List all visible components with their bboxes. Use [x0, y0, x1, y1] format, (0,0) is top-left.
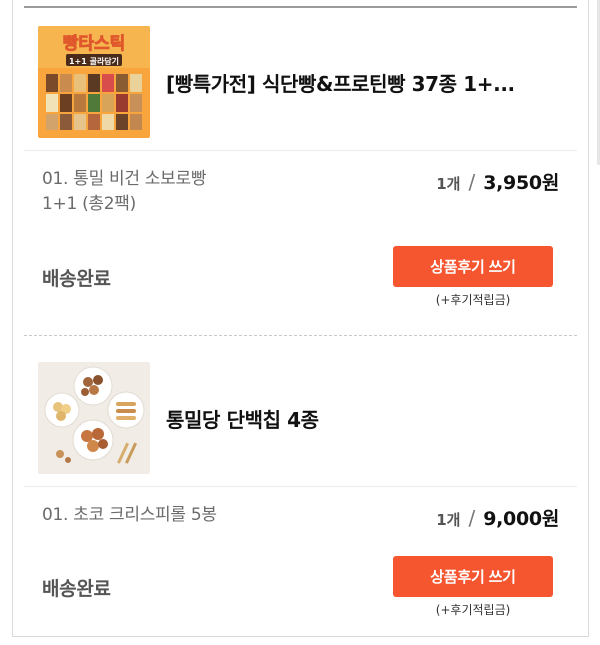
product-title[interactable]: [빵특가전] 식단빵&프로틴빵 37종 1+...	[166, 26, 571, 138]
price: 3,950원	[483, 172, 559, 194]
review-reward-note: (+후기적립금)	[435, 293, 511, 307]
option-line: 1+1 (총2팩)	[42, 194, 136, 214]
option-text: 01. 통밀 비건 소보로빵 1+1 (총2팩)	[42, 167, 206, 217]
row-divider	[24, 486, 577, 487]
product-title[interactable]: 통밀당 단백칩 4종	[166, 362, 571, 474]
top-divider	[24, 6, 577, 8]
order-divider	[24, 335, 577, 336]
separator: /	[468, 170, 476, 194]
protein-chips-icon	[38, 362, 150, 474]
bread-variety-pack-image[interactable]: 빵타스틱 1+1 골라담기	[38, 26, 150, 138]
price: 9,000원	[483, 508, 559, 530]
protein-chips-plates-image[interactable]	[38, 362, 150, 474]
option-line: 01. 초코 크리스피롤 5봉	[42, 505, 217, 525]
product-row[interactable]: 통밀당 단백칩 4종	[24, 362, 577, 486]
price-info: 1개 / 9,000원	[436, 504, 559, 531]
quantity: 1개	[436, 175, 461, 193]
write-review-button[interactable]: 상품후기 쓰기	[393, 556, 553, 597]
price-info: 1개 / 3,950원	[436, 168, 559, 195]
option-line: 01. 통밀 비건 소보로빵	[42, 169, 207, 189]
delivery-status: 배송완료	[42, 578, 111, 600]
product-row[interactable]: 빵타스틱 1+1 골라담기 [빵특가전] 식단빵&프로틴빵 37종 1+...	[24, 26, 577, 150]
quantity: 1개	[436, 511, 461, 529]
delivery-status: 배송완료	[42, 268, 111, 290]
row-divider	[24, 150, 577, 151]
option-text: 01. 초코 크리스피롤 5봉	[42, 503, 217, 528]
thumb-brand-text: 빵타스틱	[63, 34, 126, 54]
bread-variety-pack-icon: 빵타스틱 1+1 골라담기	[38, 26, 150, 138]
write-review-button[interactable]: 상품후기 쓰기	[393, 246, 553, 287]
thumb-promo-text: 1+1 골라담기	[69, 56, 119, 66]
review-reward-note: (+후기적립금)	[435, 603, 511, 617]
separator: /	[468, 506, 476, 530]
